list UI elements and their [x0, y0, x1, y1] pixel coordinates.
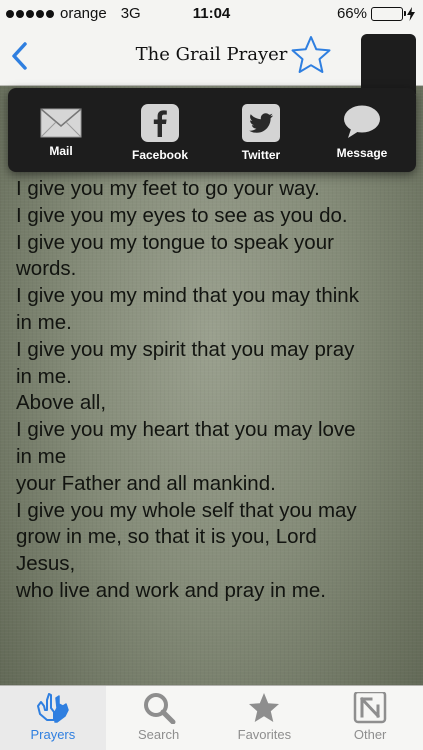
share-mail-label: Mail: [49, 144, 73, 158]
status-bar: orange 3G 11:04 66%: [0, 0, 423, 28]
share-message-label: Message: [336, 146, 388, 160]
tab-other-label: Other: [353, 727, 387, 742]
tab-bar: Prayers Search Favorites Other: [0, 685, 423, 750]
facebook-icon: [141, 104, 179, 142]
prayer-line: Jesus,: [16, 552, 76, 576]
message-icon: [344, 105, 380, 138]
star-icon: [249, 693, 280, 722]
share-popover-anchor: [361, 34, 416, 94]
prayer-line: words.: [16, 257, 77, 281]
prayer-line: in me: [16, 444, 67, 468]
share-twitter-label: Twitter: [241, 148, 281, 162]
favorite-button[interactable]: [290, 34, 332, 76]
twitter-icon: [242, 104, 280, 142]
page-title: The Grail Prayer: [135, 44, 288, 65]
tab-search-label: Search: [138, 727, 180, 742]
prayer-line: I give you my feet to go your way.: [16, 177, 320, 200]
prayer-line: I give you my mind that you may think: [16, 284, 359, 308]
status-right: 66%: [337, 5, 415, 22]
prayer-text: I give you my feet to go your way. I give…: [16, 176, 416, 605]
other-app-icon: [353, 692, 387, 724]
tab-search[interactable]: Search: [106, 686, 212, 750]
prayer-line: who live and work and pray in me.: [16, 578, 326, 602]
tab-prayers-label: Prayers: [30, 727, 76, 742]
prayer-line: grow in me, so that it is you, Lord: [16, 525, 317, 549]
share-mail-button[interactable]: Mail: [16, 108, 106, 168]
charging-bolt-icon: [407, 6, 415, 21]
tab-other[interactable]: Other: [317, 686, 423, 750]
mail-icon: [40, 108, 82, 138]
prayer-line: I give you my eyes to see as you do.: [16, 203, 348, 227]
search-icon: [143, 693, 176, 724]
prayer-line: I give you my tongue to speak your: [16, 230, 334, 254]
share-twitter-button[interactable]: Twitter: [216, 104, 306, 168]
prayer-line: Above all,: [16, 391, 107, 415]
prayer-line: in me.: [16, 310, 72, 334]
prayer-line: your Father and all mankind.: [16, 471, 276, 495]
navigation-bar: The Grail Prayer: [0, 28, 423, 86]
battery-icon: [371, 6, 406, 21]
battery-percent: 66%: [336, 5, 367, 22]
prayer-line: I give you my heart that you may love: [16, 418, 356, 442]
tab-favorites-label: Favorites: [237, 727, 292, 742]
app-screen: orange 3G 11:04 66% The Grail Prayer Mai…: [0, 0, 423, 750]
share-facebook-button[interactable]: Facebook: [115, 104, 205, 168]
prayer-line: I give you my spirit that you may pray: [16, 337, 355, 361]
share-popover: Mail Facebook Twitter Message: [8, 88, 416, 172]
tab-prayers[interactable]: Prayers: [0, 686, 106, 750]
praying-hands-icon: [36, 693, 69, 723]
prayer-line: I give you my whole self that you may: [16, 498, 357, 522]
prayer-line: in me.: [16, 364, 72, 388]
tab-favorites[interactable]: Favorites: [212, 686, 318, 750]
star-outline-icon: [291, 36, 331, 73]
share-message-button[interactable]: Message: [317, 105, 407, 168]
share-facebook-label: Facebook: [131, 148, 188, 162]
